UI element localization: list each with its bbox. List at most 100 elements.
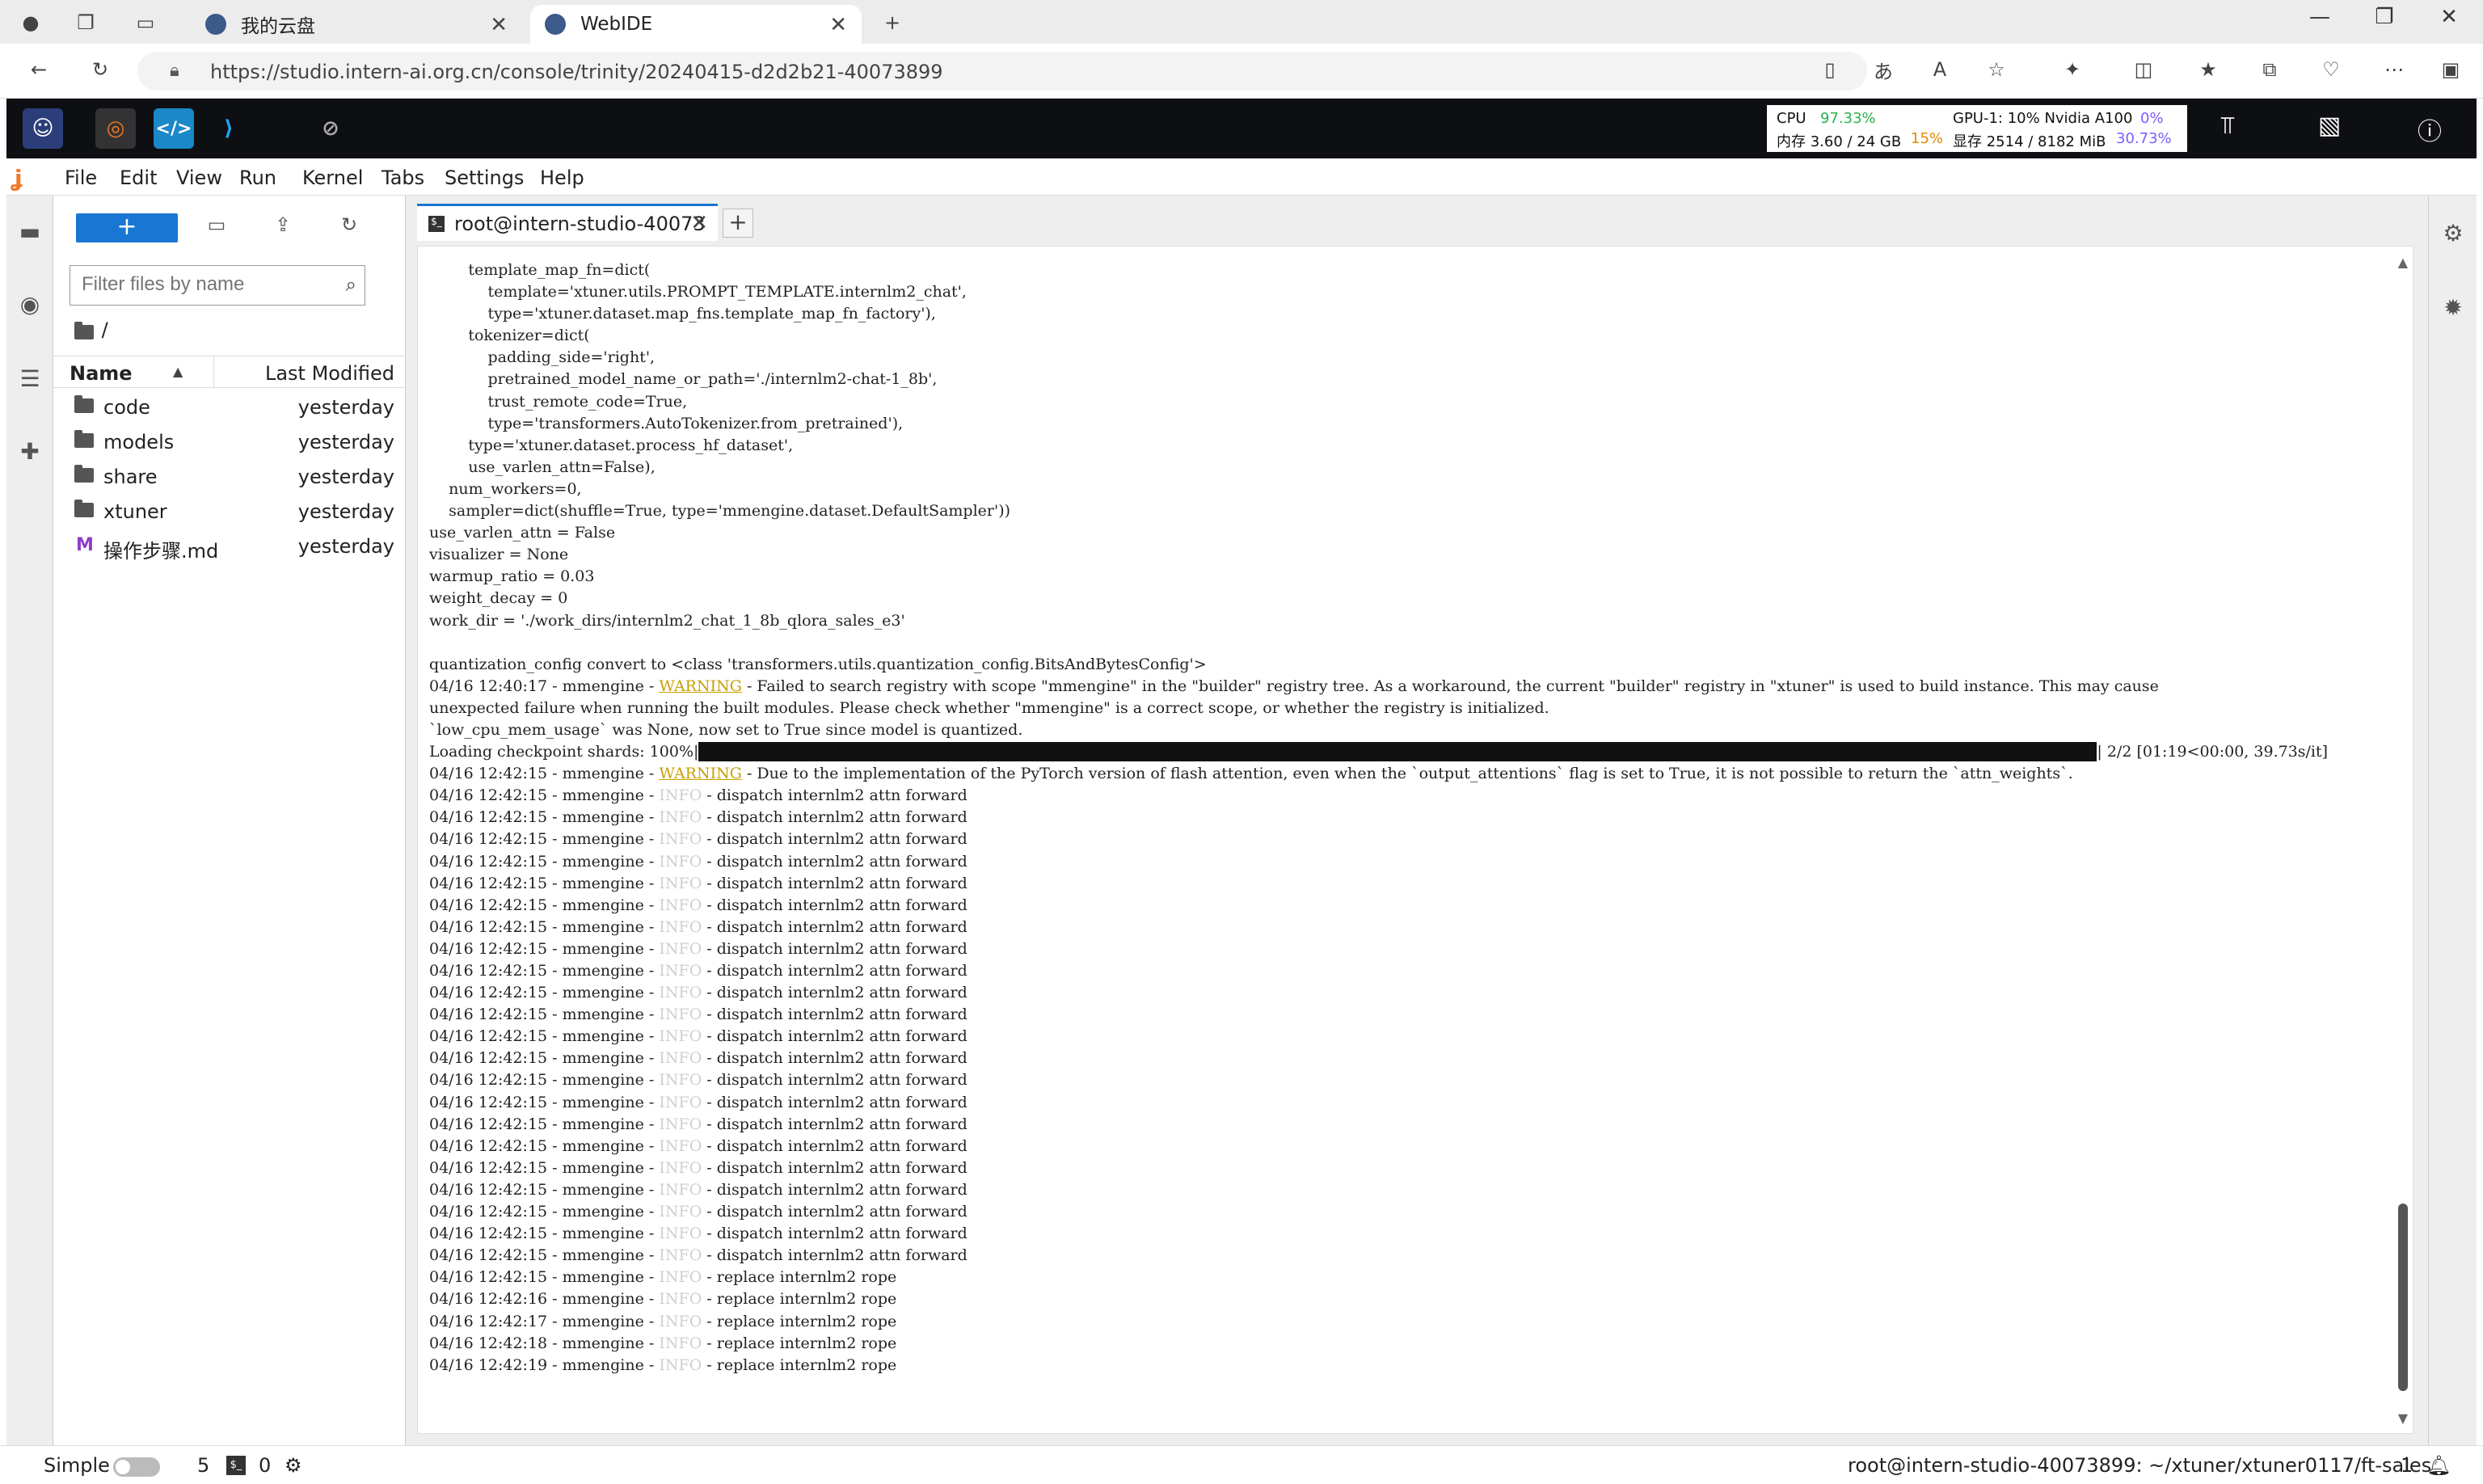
image-viewer-icon[interactable]: ▧ [2312,112,2347,147]
log-prefix: 04/16 12:42:15 - mmengine - [429,786,660,805]
file-modified: yesterday [297,466,394,488]
menu-kernel[interactable]: Kernel [302,167,363,189]
debugger-icon[interactable]: ✹ [2440,294,2466,321]
favorite-star-icon[interactable]: ☆ [1980,53,2013,86]
terminal-scrollbar[interactable]: ▲ ▼ [2398,255,2411,1427]
folder-icon[interactable]: ▬ [16,218,44,246]
property-inspector-icon[interactable]: ⚙ [2440,220,2466,247]
menu-help[interactable]: Help [540,167,584,189]
jupyter-app-icon[interactable]: ◎ [95,108,136,149]
vscode-app-icon[interactable]: ⟩ [209,108,249,149]
sidebar-toggle-icon[interactable]: ▣ [2435,53,2467,86]
restore-icon[interactable]: ❐ [2360,5,2409,29]
browser-tab-cloud[interactable]: 我的云盘 ✕ [191,5,522,44]
intern-studio-logo[interactable]: ☺ [23,108,63,149]
scroll-thumb[interactable] [2398,1204,2408,1391]
favorites-icon[interactable]: ★ [2192,53,2224,86]
log-message: - dispatch internlm2 attn forward [702,1005,967,1024]
filter-files-box[interactable]: ⌕ [70,265,365,306]
close-window-icon[interactable]: ✕ [2425,5,2473,29]
browser-essentials-icon[interactable]: ♡ [2315,53,2347,86]
close-tab-icon[interactable]: ✕ [690,211,708,235]
log-level-info: INFO [659,1005,702,1024]
log-message: - replace internlm2 rope [702,1334,897,1352]
address-bar-row: ← ↻ 🔒︎ https://studio.intern-ai.org.cn/c… [0,44,2483,99]
menu-settings[interactable]: Settings [445,167,524,189]
column-divider[interactable] [213,356,214,389]
log-message: - dispatch internlm2 attn forward [702,786,967,805]
table-of-contents-icon[interactable]: ☰ [16,365,44,393]
menu-tabs[interactable]: Tabs [382,167,424,189]
kernel-count[interactable]: 0 [259,1454,271,1477]
terminal-tab[interactable]: $_ root@intern-studio-40073 ✕ [417,204,718,241]
more-menu-icon[interactable]: ⋯ [2378,53,2410,86]
simple-mode-toggle[interactable] [113,1457,160,1477]
extensions-puzzle-icon[interactable]: ✚ [16,438,44,466]
column-name-header[interactable]: Name [70,362,133,385]
folder-icon [74,500,95,518]
workspaces-icon[interactable]: ❐ [70,6,102,39]
back-icon[interactable]: ← [23,53,55,86]
column-modified-header[interactable]: Last Modified [265,362,394,385]
log-level-info: INFO [659,1115,702,1133]
filter-files-input[interactable] [82,266,324,303]
new-tab-icon[interactable]: + [876,6,908,39]
collections-icon[interactable]: ⧉ [2253,53,2286,86]
split-screen-icon[interactable]: ◫ [2127,53,2160,86]
terminal-line: 04/16 12:42:15 - mmengine - INFO - dispa… [429,982,2401,1004]
reader-icon[interactable]: ▯ [1814,53,1846,86]
close-tab-icon[interactable]: ✕ [829,13,847,37]
browser-tab-webide[interactable]: WebIDE ✕ [530,5,862,44]
menu-run[interactable]: Run [239,167,276,189]
log-message: - dispatch internlm2 attn forward [702,1203,967,1221]
file-row-share[interactable]: share yesterday [53,459,406,493]
terminal-panel[interactable]: template_map_fn=dict( template='xtuner.u… [417,246,2413,1434]
menu-view[interactable]: View [176,167,222,189]
close-tab-icon[interactable]: ✕ [490,13,508,37]
refresh-icon[interactable]: ↻ [84,53,116,86]
running-kernels-icon[interactable]: ◉ [16,291,44,318]
menu-file[interactable]: File [65,167,97,189]
refresh-files-icon[interactable]: ↻ [333,213,365,236]
log-message: - dispatch internlm2 attn forward [702,1071,967,1090]
file-row-code[interactable]: code yesterday [53,390,406,424]
url-field[interactable]: 🔒︎ https://studio.intern-ai.org.cn/conso… [137,52,1867,91]
extensions-icon[interactable]: ✦ [2056,53,2089,86]
file-row-markdown[interactable]: M 操作步骤.md yesterday [53,529,406,563]
compass-icon[interactable]: ⊘ [310,108,351,149]
translate-icon[interactable]: あ [1867,53,1899,86]
sort-ascending-icon[interactable]: ▲ [173,364,183,379]
terminal-line: pretrained_model_name_or_path='./internl… [429,370,938,389]
kernel-gear-icon[interactable]: ⚙ [285,1454,302,1477]
log-prefix: 04/16 12:42:15 - mmengine - [429,917,660,936]
log-message: - dispatch internlm2 attn forward [702,1246,967,1265]
log-message: - dispatch internlm2 attn forward [702,917,967,936]
file-row-xtuner[interactable]: xtuner yesterday [53,494,406,528]
file-row-models[interactable]: models yesterday [53,424,406,458]
upload-icon[interactable]: ⇪ [267,213,299,236]
webide-app-icon[interactable]: </> [154,108,194,149]
add-tab-button[interactable]: + [723,209,753,238]
scroll-up-icon[interactable]: ▲ [2398,255,2408,270]
breadcrumb[interactable]: / [74,318,108,341]
tab-actions-icon[interactable]: ▭ [129,6,162,39]
terminal-line: 04/16 12:42:15 - mmengine - INFO - dispa… [429,1245,2401,1267]
minimize-icon[interactable]: — [2295,5,2344,29]
terminal-line: quantization_config convert to <class 't… [429,655,1207,673]
info-icon[interactable]: ⓘ [2412,112,2447,147]
menu-edit[interactable]: Edit [120,167,157,189]
log-message: - dispatch internlm2 attn forward [702,1225,967,1243]
bell-icon[interactable]: 🔔︎ [2426,1454,2451,1477]
new-folder-icon[interactable]: ▭ [200,213,233,236]
terminal-count[interactable]: 5 [197,1454,209,1477]
breadcrumb-root[interactable]: / [102,318,108,341]
tensorflow-icon[interactable]: ⫪ [2210,112,2245,147]
new-launcher-button[interactable]: + [76,213,178,242]
profile-icon[interactable]: ● [15,6,47,39]
scroll-down-icon[interactable]: ▼ [2398,1410,2408,1426]
notification-count[interactable]: 1 [2401,1454,2413,1477]
terminal-line: sampler=dict(shuffle=True, type='mmengin… [429,502,1011,521]
log-level-info: INFO [659,852,702,871]
file-name: xtuner [103,500,167,523]
read-aloud-icon[interactable]: A [1924,53,1956,86]
